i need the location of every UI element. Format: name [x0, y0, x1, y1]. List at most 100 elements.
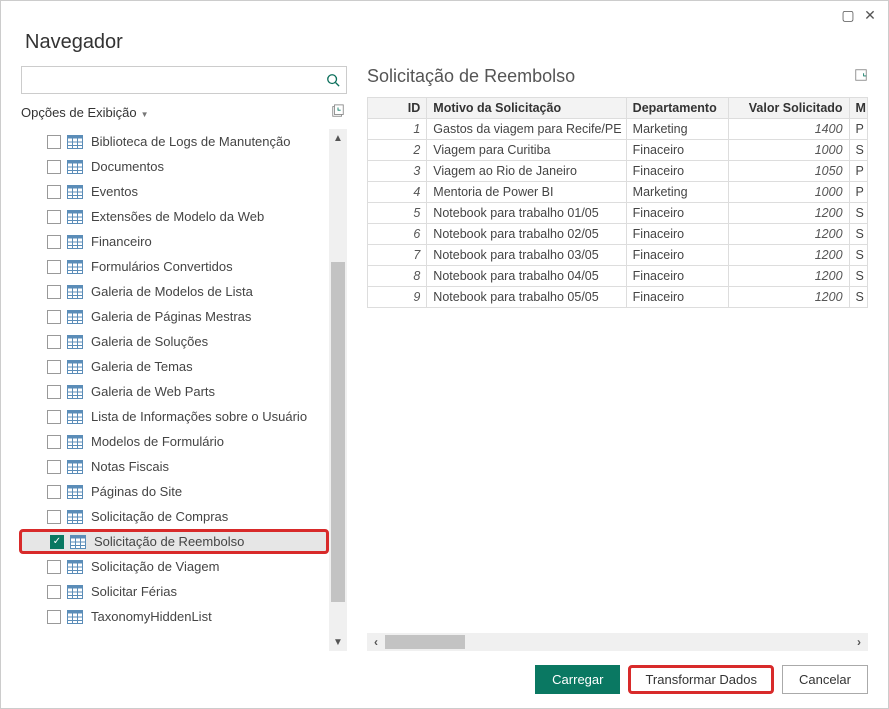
maximize-icon[interactable]: ▢ [838, 5, 858, 25]
cell-dept: Finaceiro [626, 140, 728, 161]
vertical-scrollbar[interactable]: ▲ ▼ [329, 129, 347, 651]
tree-item[interactable]: Páginas do Site [19, 479, 329, 504]
close-icon[interactable]: ✕ [860, 5, 880, 25]
tree-item[interactable]: TaxonomyHiddenList [19, 604, 329, 629]
horizontal-scrollbar[interactable]: ‹ › [367, 633, 868, 651]
tree-checkbox[interactable] [47, 160, 61, 174]
hscroll-thumb[interactable] [385, 635, 465, 649]
cell-dept: Finaceiro [626, 161, 728, 182]
tree-checkbox[interactable] [47, 185, 61, 199]
tree-item-label: Modelos de Formulário [91, 434, 224, 449]
tree-item[interactable]: Solicitar Férias [19, 579, 329, 604]
table-icon [70, 535, 86, 549]
tree-checkbox[interactable] [47, 435, 61, 449]
scroll-up-icon[interactable]: ▲ [329, 129, 347, 147]
scroll-right-icon[interactable]: › [850, 633, 868, 651]
tree-checkbox[interactable] [47, 485, 61, 499]
search-icon[interactable] [320, 73, 346, 87]
cell-motivo: Notebook para trabalho 04/05 [427, 266, 626, 287]
tree-checkbox[interactable] [47, 285, 61, 299]
tree-checkbox[interactable] [47, 210, 61, 224]
tree-item[interactable]: Lista de Informações sobre o Usuário [19, 404, 329, 429]
tree-item[interactable]: Galeria de Modelos de Lista [19, 279, 329, 304]
tree-checkbox[interactable] [47, 460, 61, 474]
display-options[interactable]: Opções de Exibição▼ [19, 104, 347, 121]
tree-checkbox[interactable] [47, 335, 61, 349]
refresh-icon[interactable] [331, 104, 345, 121]
table-icon [67, 485, 83, 499]
hscroll-track[interactable] [385, 635, 850, 649]
col-m-header[interactable]: M [849, 98, 867, 119]
tree-item[interactable]: Eventos [19, 179, 329, 204]
cancelar-button[interactable]: Cancelar [782, 665, 868, 694]
tree-item-label: Solicitação de Viagem [91, 559, 219, 574]
cell-id: 6 [368, 224, 427, 245]
tree-checkbox[interactable] [47, 360, 61, 374]
tree-item[interactable]: Solicitação de Viagem [19, 554, 329, 579]
cell-m: S [849, 203, 867, 224]
cell-valor: 1000 [728, 182, 849, 203]
cell-id: 2 [368, 140, 427, 161]
table-row[interactable]: 8Notebook para trabalho 04/05Finaceiro12… [368, 266, 868, 287]
table-header-row: ID Motivo da Solicitação Departamento Va… [368, 98, 868, 119]
tree-checkbox[interactable]: ✓ [50, 535, 64, 549]
scroll-thumb[interactable] [331, 262, 345, 602]
tree-checkbox[interactable] [47, 510, 61, 524]
tree-checkbox[interactable] [47, 235, 61, 249]
table-row[interactable]: 7Notebook para trabalho 03/05Finaceiro12… [368, 245, 868, 266]
col-dept-header[interactable]: Departamento [626, 98, 728, 119]
tree-checkbox[interactable] [47, 260, 61, 274]
tree-item-label: Lista de Informações sobre o Usuário [91, 409, 307, 424]
tree-item[interactable]: Formulários Convertidos [19, 254, 329, 279]
preview-options-icon[interactable] [854, 68, 868, 85]
tree-item[interactable]: Extensões de Modelo da Web [19, 204, 329, 229]
cell-m: P [849, 161, 867, 182]
cell-motivo: Notebook para trabalho 01/05 [427, 203, 626, 224]
tree-checkbox[interactable] [47, 135, 61, 149]
cell-valor: 1200 [728, 287, 849, 308]
tree-checkbox[interactable] [47, 410, 61, 424]
scroll-down-icon[interactable]: ▼ [329, 633, 347, 651]
tree-item[interactable]: Solicitação de Compras [19, 504, 329, 529]
cell-id: 5 [368, 203, 427, 224]
tree-item-label: Solicitação de Reembolso [94, 534, 244, 549]
tree-item-label: Galeria de Modelos de Lista [91, 284, 253, 299]
tree-item-label: Financeiro [91, 234, 152, 249]
scroll-left-icon[interactable]: ‹ [367, 633, 385, 651]
tree-item[interactable]: Financeiro [19, 229, 329, 254]
tree-item[interactable]: Modelos de Formulário [19, 429, 329, 454]
tree-checkbox[interactable] [47, 610, 61, 624]
data-table-wrap: ID Motivo da Solicitação Departamento Va… [367, 97, 868, 633]
col-valor-header[interactable]: Valor Solicitado [728, 98, 849, 119]
tree-item[interactable]: Galeria de Soluções [19, 329, 329, 354]
search-input[interactable] [22, 69, 320, 92]
tree-checkbox[interactable] [47, 585, 61, 599]
table-row[interactable]: 9Notebook para trabalho 05/05Finaceiro12… [368, 287, 868, 308]
tree-checkbox[interactable] [47, 310, 61, 324]
tree-checkbox[interactable] [47, 560, 61, 574]
tree-item[interactable]: Notas Fiscais [19, 454, 329, 479]
table-row[interactable]: 6Notebook para trabalho 02/05Finaceiro12… [368, 224, 868, 245]
cell-motivo: Viagem ao Rio de Janeiro [427, 161, 626, 182]
tree-item[interactable]: Galeria de Web Parts [19, 379, 329, 404]
transformar-dados-button[interactable]: Transformar Dados [628, 665, 774, 694]
tree-item-label: Eventos [91, 184, 138, 199]
table-row[interactable]: 2Viagem para CuritibaFinaceiro1000S [368, 140, 868, 161]
table-row[interactable]: 5Notebook para trabalho 01/05Finaceiro12… [368, 203, 868, 224]
table-row[interactable]: 4Mentoria de Power BIMarketing1000P [368, 182, 868, 203]
tree-item[interactable]: ✓ Solicitação de Reembolso [19, 529, 329, 554]
table-row[interactable]: 3Viagem ao Rio de JaneiroFinaceiro1050P [368, 161, 868, 182]
carregar-button[interactable]: Carregar [535, 665, 620, 694]
cell-m: S [849, 287, 867, 308]
tree-item[interactable]: Galeria de Temas [19, 354, 329, 379]
col-id-header[interactable]: ID [368, 98, 427, 119]
table-row[interactable]: 1Gastos da viagem para Recife/PEMarketin… [368, 119, 868, 140]
tree-checkbox[interactable] [47, 385, 61, 399]
tree-item[interactable]: Biblioteca de Logs de Manutenção [19, 129, 329, 154]
search-box[interactable] [21, 66, 347, 94]
col-motivo-header[interactable]: Motivo da Solicitação [427, 98, 626, 119]
tree-item[interactable]: Galeria de Páginas Mestras [19, 304, 329, 329]
tree-item[interactable]: Documentos [19, 154, 329, 179]
tree-list[interactable]: Biblioteca de Logs de ManutençãoDocument… [19, 129, 329, 651]
cell-m: S [849, 224, 867, 245]
